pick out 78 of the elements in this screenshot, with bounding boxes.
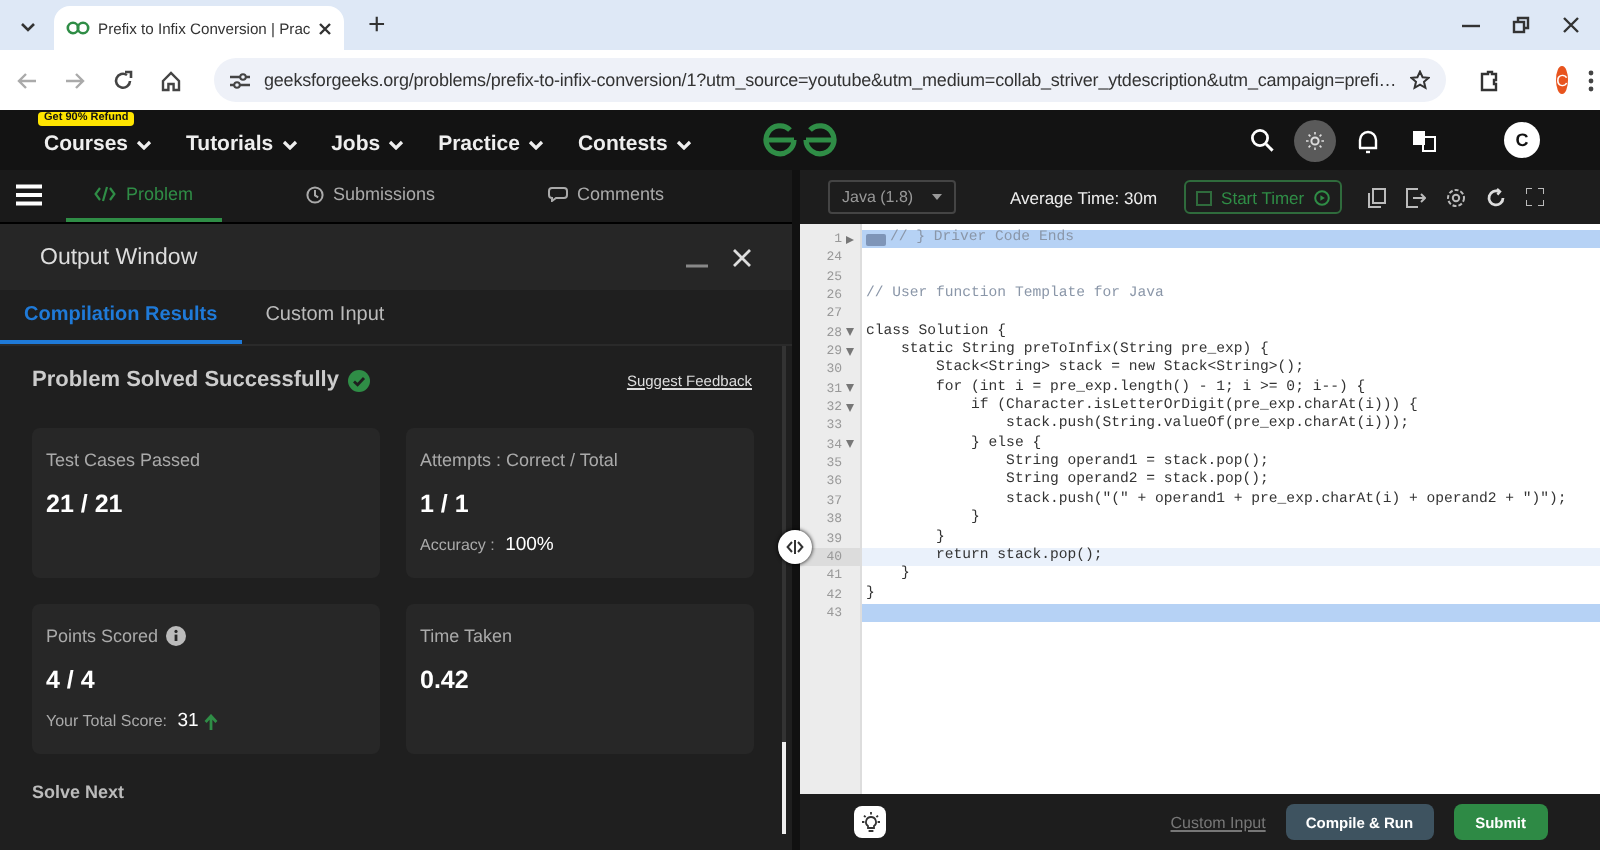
- panel-title: Output Window: [40, 245, 198, 269]
- hint-button[interactable]: [854, 806, 886, 838]
- star-icon[interactable]: [1410, 70, 1431, 90]
- search-icon[interactable]: [1250, 128, 1274, 152]
- fold-arrow-icon[interactable]: [846, 235, 854, 244]
- fold-arrow-icon[interactable]: [846, 328, 854, 337]
- note-value: 100%: [505, 534, 554, 556]
- fold-arrow-icon[interactable]: [846, 384, 854, 393]
- nav-menu[interactable]: Courses: [44, 132, 153, 156]
- lightbulb-icon: [859, 811, 881, 833]
- custom-input-link[interactable]: Custom Input: [1170, 813, 1266, 831]
- nav-menu[interactable]: Contests: [577, 132, 692, 156]
- chevron-icon: [388, 139, 405, 149]
- address-bar[interactable]: geeksforgeeks.org/problems/prefix-to-infix-conversion/1?utm_source=youtube&utm_medium=collab_striver_ytdescription&utm_campaign=prefi…: [214, 58, 1447, 102]
- nav-menu[interactable]: Tutorials: [186, 132, 298, 156]
- url-text: geeksforgeeks.org/problems/prefix-to-infix-conversion/1?utm_source=youtube&utm_medium=collab_striver_ytdescription&utm_campaign=prefi…: [264, 70, 1397, 90]
- restore-icon[interactable]: [1512, 16, 1530, 34]
- clock-icon: [305, 185, 324, 203]
- nav-menu[interactable]: Jobs: [331, 132, 405, 156]
- translate-icon[interactable]: [1412, 129, 1436, 151]
- sun-icon: [1306, 131, 1324, 149]
- nav-menu[interactable]: Practice: [438, 132, 544, 156]
- settings-icon[interactable]: [1446, 187, 1466, 207]
- reset-icon[interactable]: [1486, 187, 1506, 207]
- minimize-icon[interactable]: [1462, 23, 1480, 27]
- caret-icon: [932, 194, 942, 200]
- play-icon: [1314, 189, 1331, 205]
- menu-icon[interactable]: [16, 184, 42, 206]
- stat-value: 0.42: [420, 666, 471, 694]
- fold-arrow-icon[interactable]: [846, 403, 854, 412]
- profile-avatar[interactable]: C: [1556, 66, 1568, 94]
- fold-arrow-icon[interactable]: [846, 347, 854, 356]
- profile-avatar[interactable]: C: [1504, 122, 1540, 158]
- tab-list-icon[interactable]: [20, 22, 36, 32]
- scrollbar-thumb[interactable]: [782, 742, 786, 834]
- section-heading: Solve Next: [32, 782, 127, 802]
- note-label: Accuracy :: [420, 536, 497, 554]
- chevron-icon: [136, 139, 153, 149]
- extensions-icon[interactable]: [1478, 69, 1501, 91]
- stat-value: 4 / 4: [46, 666, 97, 694]
- problem-tab[interactable]: Submissions: [277, 170, 464, 222]
- info-icon[interactable]: [166, 626, 187, 646]
- average-time: Average Time: 30m: [1010, 187, 1158, 207]
- site-logo-icon[interactable]: [760, 122, 840, 158]
- site-settings-icon[interactable]: [230, 71, 250, 89]
- reload-icon[interactable]: [112, 69, 134, 91]
- export-icon[interactable]: [1406, 187, 1426, 207]
- chevron-icon: [281, 139, 298, 149]
- copy-icon[interactable]: [1368, 187, 1386, 207]
- theme-toggle[interactable]: [1294, 119, 1336, 161]
- language-select[interactable]: Java (1.8): [828, 180, 956, 214]
- result-status: Problem Solved Successfully: [32, 368, 339, 392]
- stat-value: 1 / 1: [420, 490, 471, 518]
- home-icon[interactable]: [160, 69, 182, 91]
- start-timer-button[interactable]: Start Timer: [1183, 180, 1343, 214]
- fullscreen-icon[interactable]: [1526, 188, 1544, 206]
- stat-label: Time Taken: [420, 626, 513, 646]
- stat-label: Attempts : Correct / Total: [420, 450, 618, 470]
- check-circle-icon: [348, 369, 371, 391]
- stat-value: 21 / 21: [46, 490, 125, 518]
- chevron-icon: [527, 139, 544, 149]
- bell-icon[interactable]: [1356, 127, 1380, 153]
- output-tab[interactable]: Custom Input: [241, 290, 409, 344]
- folded-code-marker[interactable]: [866, 233, 886, 246]
- site-favicon-icon: [66, 20, 90, 36]
- fold-arrow-icon[interactable]: [846, 440, 854, 449]
- note-label: Your Total Score:: [46, 712, 169, 730]
- close-icon[interactable]: [318, 21, 333, 35]
- problem-tab[interactable]: Comments: [519, 170, 693, 222]
- new-tab-button[interactable]: +: [364, 8, 390, 44]
- stat-label: Points Scored: [46, 626, 159, 646]
- chevron-icon: [675, 139, 692, 149]
- code-icon: [94, 186, 116, 202]
- menu-icon[interactable]: [1587, 69, 1594, 91]
- stat-label: Test Cases Passed: [46, 450, 201, 470]
- note-value: 31: [177, 710, 199, 732]
- comment-icon: [547, 186, 568, 202]
- close-icon[interactable]: [1562, 16, 1580, 34]
